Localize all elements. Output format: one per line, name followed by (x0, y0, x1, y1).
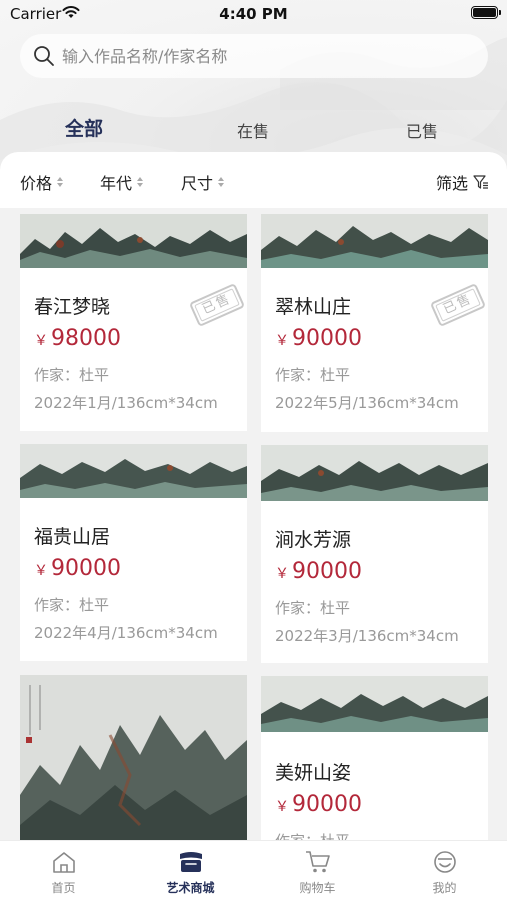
search-input[interactable] (62, 46, 462, 66)
product-price: ￥ 90000 (275, 792, 362, 817)
filter-icon (473, 175, 488, 189)
product-title: 美妍山姿 (275, 762, 352, 784)
sort-price[interactable]: 价格 (20, 170, 64, 194)
status-time: 4:40 PM (219, 5, 288, 23)
tabbar-profile[interactable]: 我的 (381, 841, 507, 900)
product-title: 春江梦晓 (34, 296, 111, 318)
artwork-thumbnail (261, 214, 488, 268)
product-artist: 作家：杜平 (275, 366, 351, 384)
tab-all[interactable]: 全部 (65, 114, 103, 141)
product-title: 福贵山居 (34, 526, 111, 548)
artwork-thumbnail (20, 214, 247, 268)
filter-bar: 价格 年代 尺寸 筛选 (0, 152, 507, 208)
filter-button[interactable]: 筛选 (436, 170, 489, 194)
tabbar-home[interactable]: 首页 (0, 841, 127, 900)
home-icon (52, 852, 75, 873)
product-meta: 2022年3月/136cm*34cm (275, 627, 459, 645)
product-card[interactable]: 美妍山姿 ￥ 90000 作家：杜平 (261, 676, 488, 842)
currency-symbol: ￥ (34, 333, 48, 349)
sort-arrows-icon (137, 177, 144, 187)
product-card[interactable] (20, 675, 247, 842)
price-value: 90000 (292, 326, 362, 351)
status-tabs: 全部 在售 已售 (0, 108, 507, 148)
price-value: 90000 (292, 559, 362, 584)
price-value: 98000 (51, 326, 121, 351)
product-artist: 作家：杜平 (275, 599, 351, 617)
bottom-tab-bar: 首页 艺术商城 购物车 我的 (0, 840, 507, 900)
price-value: 90000 (292, 792, 362, 817)
product-card[interactable]: 福贵山居 ￥ 90000 作家：杜平 2022年4月/136cm*34cm (20, 444, 247, 661)
currency-symbol: ￥ (275, 799, 289, 815)
product-card[interactable]: 春江梦晓 ￥ 98000 作家：杜平 2022年1月/136cm*34cm 已售 (20, 214, 247, 431)
sort-arrows-icon (218, 177, 225, 187)
tabbar-cart[interactable]: 购物车 (254, 841, 381, 900)
currency-symbol: ￥ (275, 566, 289, 582)
product-panel: 价格 年代 尺寸 筛选 春江梦晓 ￥ 98000 作家：杜平 2022年1月/1… (0, 152, 507, 842)
product-artist: 作家：杜平 (34, 596, 110, 614)
product-title: 涧水芳源 (275, 529, 352, 551)
tabbar-store[interactable]: 艺术商城 (127, 841, 254, 900)
cart-icon (305, 851, 330, 873)
search-bar[interactable] (20, 34, 488, 78)
product-meta: 2022年5月/136cm*34cm (275, 394, 459, 412)
tabbar-home-label: 首页 (51, 881, 76, 895)
artwork-thumbnail (20, 444, 247, 498)
artwork-thumbnail (20, 675, 247, 842)
sort-year[interactable]: 年代 (100, 170, 144, 194)
product-artist: 作家：杜平 (34, 366, 110, 384)
product-title: 翠林山庄 (275, 296, 352, 318)
sort-size[interactable]: 尺寸 (181, 170, 225, 194)
currency-symbol: ￥ (34, 563, 48, 579)
sold-stamp: 已售 (429, 282, 487, 328)
tab-on-sale[interactable]: 在售 (237, 118, 269, 142)
product-price: ￥ 90000 (275, 326, 362, 351)
product-meta: 2022年4月/136cm*34cm (34, 624, 218, 642)
profile-icon (433, 851, 456, 873)
product-card[interactable]: 翠林山庄 ￥ 90000 作家：杜平 2022年5月/136cm*34cm 已售 (261, 214, 488, 432)
artwork-thumbnail (261, 676, 488, 732)
search-icon (34, 46, 54, 66)
sort-arrows-icon (57, 177, 64, 187)
store-icon (179, 852, 202, 872)
sold-stamp: 已售 (188, 282, 246, 328)
status-bar: Carrier 4:40 PM (0, 0, 507, 30)
sort-year-label: 年代 (100, 174, 133, 193)
product-meta: 2022年1月/136cm*34cm (34, 394, 218, 412)
sort-price-label: 价格 (20, 174, 53, 193)
artwork-thumbnail (261, 445, 488, 501)
tab-sold[interactable]: 已售 (406, 118, 438, 142)
product-price: ￥ 98000 (34, 326, 121, 351)
product-price: ￥ 90000 (34, 556, 121, 581)
battery-icon (471, 6, 501, 19)
sort-size-label: 尺寸 (181, 174, 214, 193)
filter-label: 筛选 (435, 174, 468, 193)
tabbar-profile-label: 我的 (432, 881, 457, 895)
price-value: 90000 (51, 556, 121, 581)
tabbar-cart-label: 购物车 (299, 881, 336, 895)
currency-symbol: ￥ (275, 333, 289, 349)
tabbar-store-label: 艺术商城 (166, 881, 215, 895)
product-price: ￥ 90000 (275, 559, 362, 584)
product-card[interactable]: 涧水芳源 ￥ 90000 作家：杜平 2022年3月/136cm*34cm (261, 445, 488, 663)
